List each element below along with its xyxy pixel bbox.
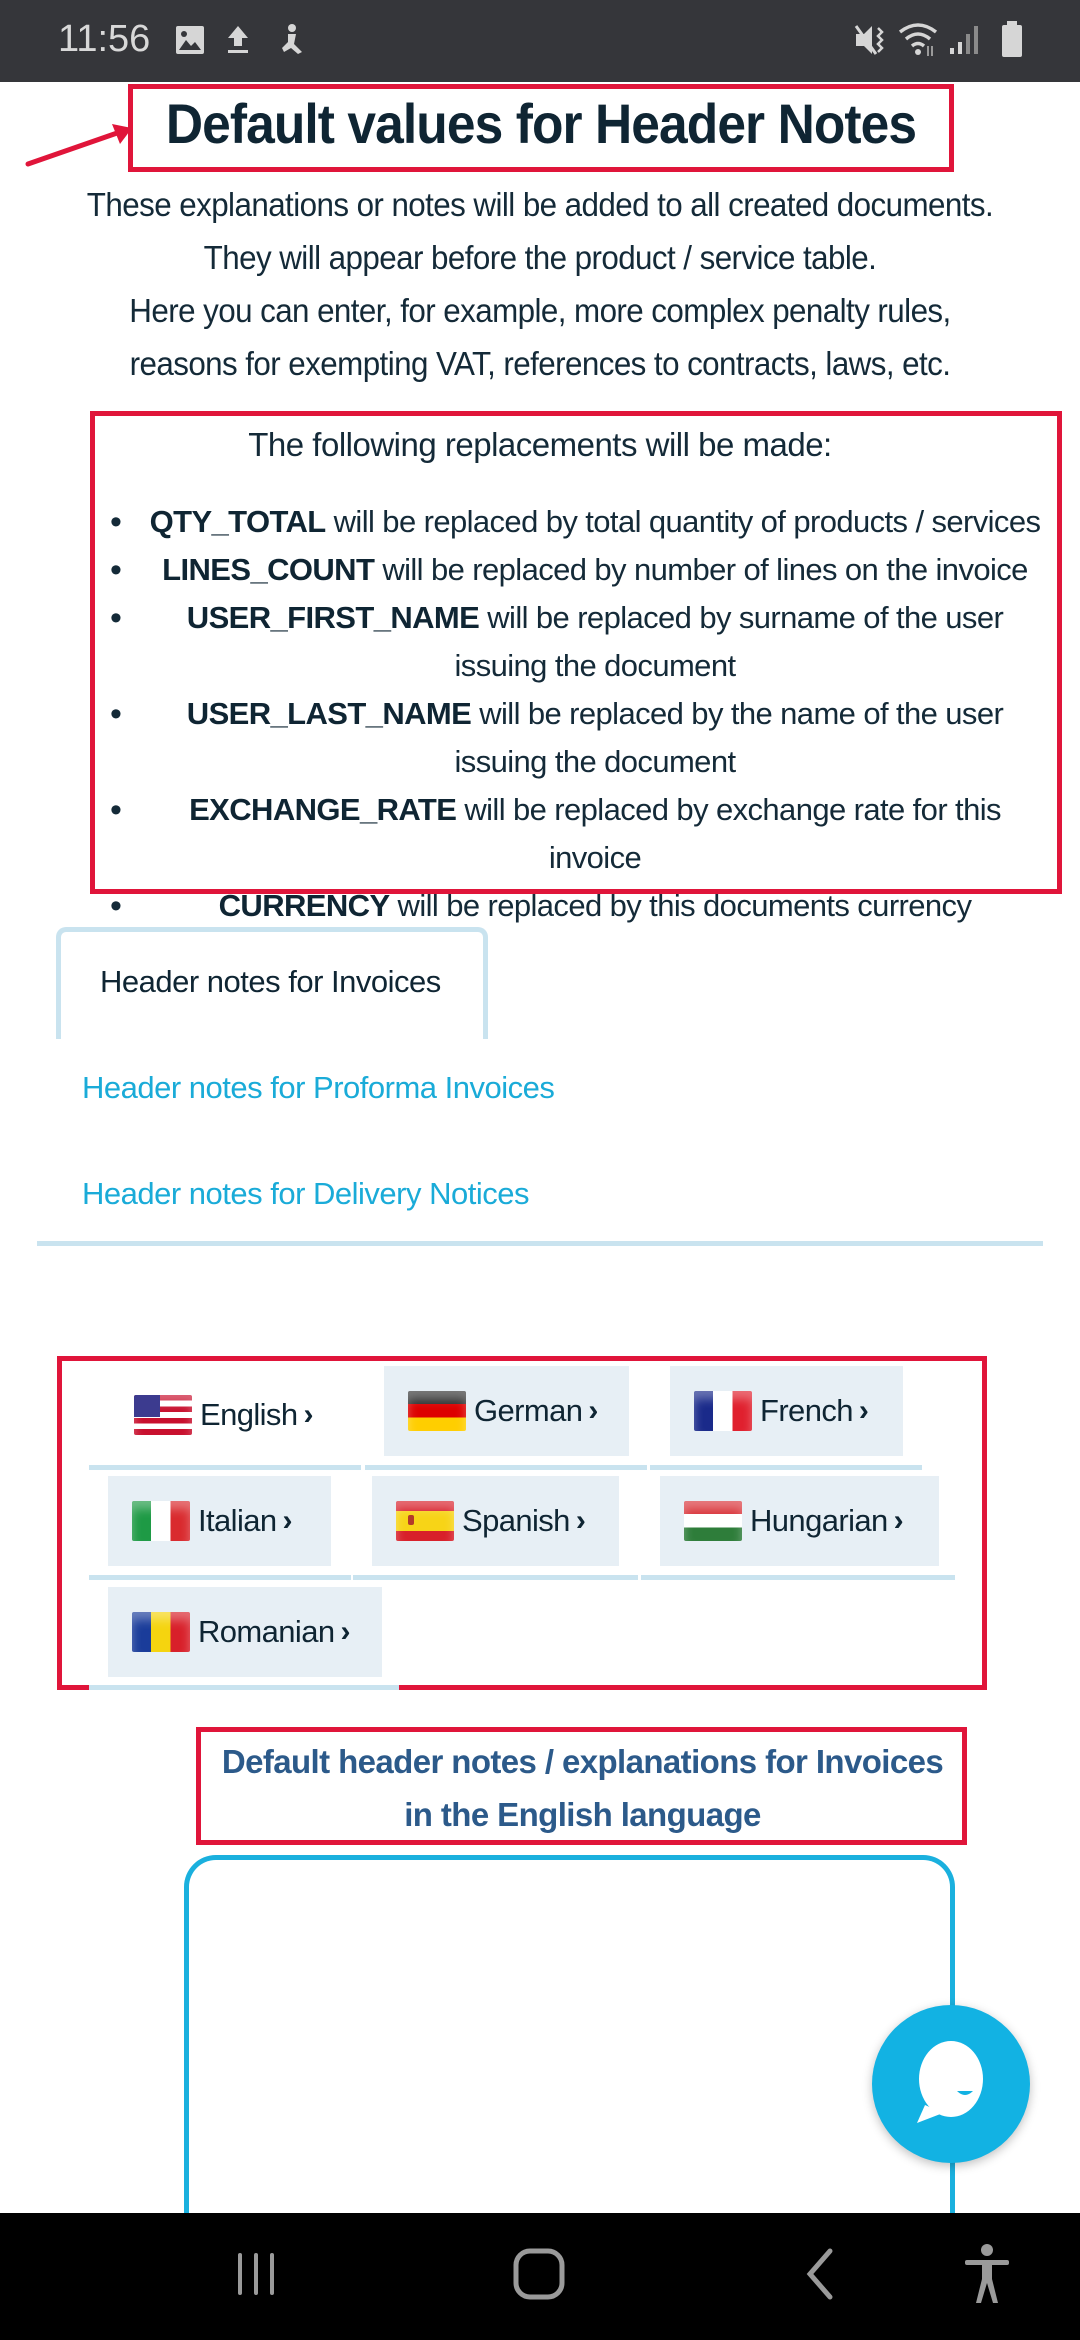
replacement-item: LINES_COUNT will be replaced by number o… bbox=[100, 546, 1050, 594]
replacements-list: QTY_TOTAL will be replaced by total quan… bbox=[100, 498, 1050, 930]
editor-heading-line: Default header notes / explanations for … bbox=[221, 1743, 944, 1780]
replacement-item: CURRENCY will be replaced by this docume… bbox=[100, 882, 1050, 930]
editor-heading-line: in the English language bbox=[404, 1796, 761, 1833]
romania-flag-icon bbox=[132, 1612, 190, 1652]
language-row-divider bbox=[353, 1575, 638, 1580]
chevron-right-icon: › bbox=[282, 1504, 293, 1537]
replacement-token: CURRENCY bbox=[218, 888, 390, 923]
image-icon bbox=[176, 26, 204, 54]
replacement-text: will be replaced by surname of the user … bbox=[454, 600, 1004, 683]
hungary-flag-icon bbox=[684, 1501, 742, 1541]
accessibility-notification-icon bbox=[282, 24, 302, 54]
tab-delivery-notices[interactable]: Header notes for Delivery Notices bbox=[82, 1172, 529, 1216]
language-label: French bbox=[760, 1393, 853, 1428]
language-row-divider bbox=[89, 1575, 351, 1580]
replacement-text: will be replaced by this documents curre… bbox=[389, 888, 972, 923]
wifi-icon bbox=[898, 23, 938, 56]
language-label: Hungarian bbox=[750, 1503, 888, 1538]
header-notes-textarea[interactable] bbox=[184, 1855, 955, 2275]
language-label: Spanish bbox=[462, 1503, 570, 1538]
intro-line: They will appear before the product / se… bbox=[203, 239, 877, 276]
replacement-item: QTY_TOTAL will be replaced by total quan… bbox=[100, 498, 1050, 546]
language-english-button[interactable]: English › bbox=[110, 1370, 350, 1460]
accessibility-icon[interactable] bbox=[962, 2243, 1012, 2305]
language-row-divider bbox=[641, 1575, 955, 1580]
replacement-token: USER_FIRST_NAME bbox=[186, 600, 480, 635]
upload-icon bbox=[228, 26, 248, 53]
language-label: English bbox=[200, 1397, 298, 1432]
tab-invoices-label[interactable]: Header notes for Invoices bbox=[100, 960, 441, 1004]
status-bar: 11:56 bbox=[0, 0, 1080, 82]
chat-bubble-icon bbox=[917, 2041, 983, 2123]
intro-line: reasons for exempting VAT, references to… bbox=[129, 345, 951, 382]
replacement-text: will be replaced by the name of the user… bbox=[454, 696, 1004, 779]
replacement-item: EXCHANGE_RATE will be replaced by exchan… bbox=[100, 786, 1050, 882]
home-icon[interactable] bbox=[512, 2247, 566, 2301]
replacements-heading: The following replacements will be made: bbox=[248, 426, 832, 463]
annotation-arrow-icon bbox=[25, 124, 132, 167]
replacement-token: QTY_TOTAL bbox=[149, 504, 327, 539]
replacement-token: LINES_COUNT bbox=[162, 552, 375, 587]
language-label: Italian bbox=[198, 1503, 277, 1538]
chevron-right-icon: › bbox=[858, 1394, 869, 1427]
intro-line: Here you can enter, for example, more co… bbox=[129, 292, 951, 329]
intro-line: These explanations or notes will be adde… bbox=[86, 186, 994, 223]
battery-icon bbox=[1002, 21, 1022, 57]
chevron-right-icon: › bbox=[893, 1504, 904, 1537]
language-row-divider bbox=[89, 1465, 361, 1470]
chat-button[interactable] bbox=[872, 2005, 1030, 2163]
replacement-text: will be replaced by number of lines on t… bbox=[374, 552, 1028, 587]
recent-apps-icon[interactable] bbox=[234, 2249, 280, 2299]
replacement-token: USER_LAST_NAME bbox=[186, 696, 472, 731]
language-romanian-button[interactable]: Romanian › bbox=[108, 1587, 382, 1677]
language-italian-button[interactable]: Italian › bbox=[108, 1476, 331, 1566]
replacement-item: USER_LAST_NAME will be replaced by the n… bbox=[100, 690, 1050, 786]
chevron-right-icon: › bbox=[588, 1394, 598, 1427]
replacement-token: EXCHANGE_RATE bbox=[189, 792, 457, 827]
language-row-divider bbox=[650, 1465, 922, 1470]
chevron-right-icon: › bbox=[575, 1504, 586, 1537]
language-label: German bbox=[474, 1393, 583, 1428]
replacement-text: will be replaced by exchange rate for th… bbox=[456, 792, 1001, 875]
italy-flag-icon bbox=[132, 1501, 190, 1541]
mute-vibrate-icon bbox=[854, 25, 884, 55]
intro-text: These explanations or notes will be adde… bbox=[20, 178, 1060, 390]
chevron-right-icon: › bbox=[340, 1615, 351, 1648]
back-icon[interactable] bbox=[802, 2247, 838, 2301]
spain-flag-icon bbox=[396, 1501, 454, 1541]
page-title: Default values for Header Notes bbox=[165, 92, 917, 155]
language-german-button[interactable]: German › bbox=[384, 1366, 629, 1456]
language-row-divider bbox=[365, 1465, 647, 1470]
status-time: 11:56 bbox=[58, 18, 151, 60]
language-hungarian-button[interactable]: Hungarian › bbox=[660, 1476, 939, 1566]
signal-icon bbox=[950, 26, 978, 54]
editor-heading: Default header notes / explanations for … bbox=[200, 1735, 965, 1841]
us-flag-icon bbox=[134, 1395, 192, 1435]
replacement-item: USER_FIRST_NAME will be replaced by surn… bbox=[100, 594, 1050, 690]
language-row-divider bbox=[89, 1685, 399, 1690]
germany-flag-icon bbox=[408, 1391, 466, 1431]
language-label: Romanian bbox=[198, 1614, 335, 1649]
tab-proforma-invoices[interactable]: Header notes for Proforma Invoices bbox=[82, 1066, 555, 1110]
france-flag-icon bbox=[694, 1391, 752, 1431]
language-french-button[interactable]: French › bbox=[670, 1366, 903, 1456]
chevron-right-icon: › bbox=[303, 1398, 313, 1431]
language-spanish-button[interactable]: Spanish › bbox=[372, 1476, 619, 1566]
tabs-divider bbox=[37, 1241, 1043, 1246]
replacement-text: will be replaced by total quantity of pr… bbox=[325, 504, 1041, 539]
navigation-bar bbox=[0, 2213, 1080, 2340]
